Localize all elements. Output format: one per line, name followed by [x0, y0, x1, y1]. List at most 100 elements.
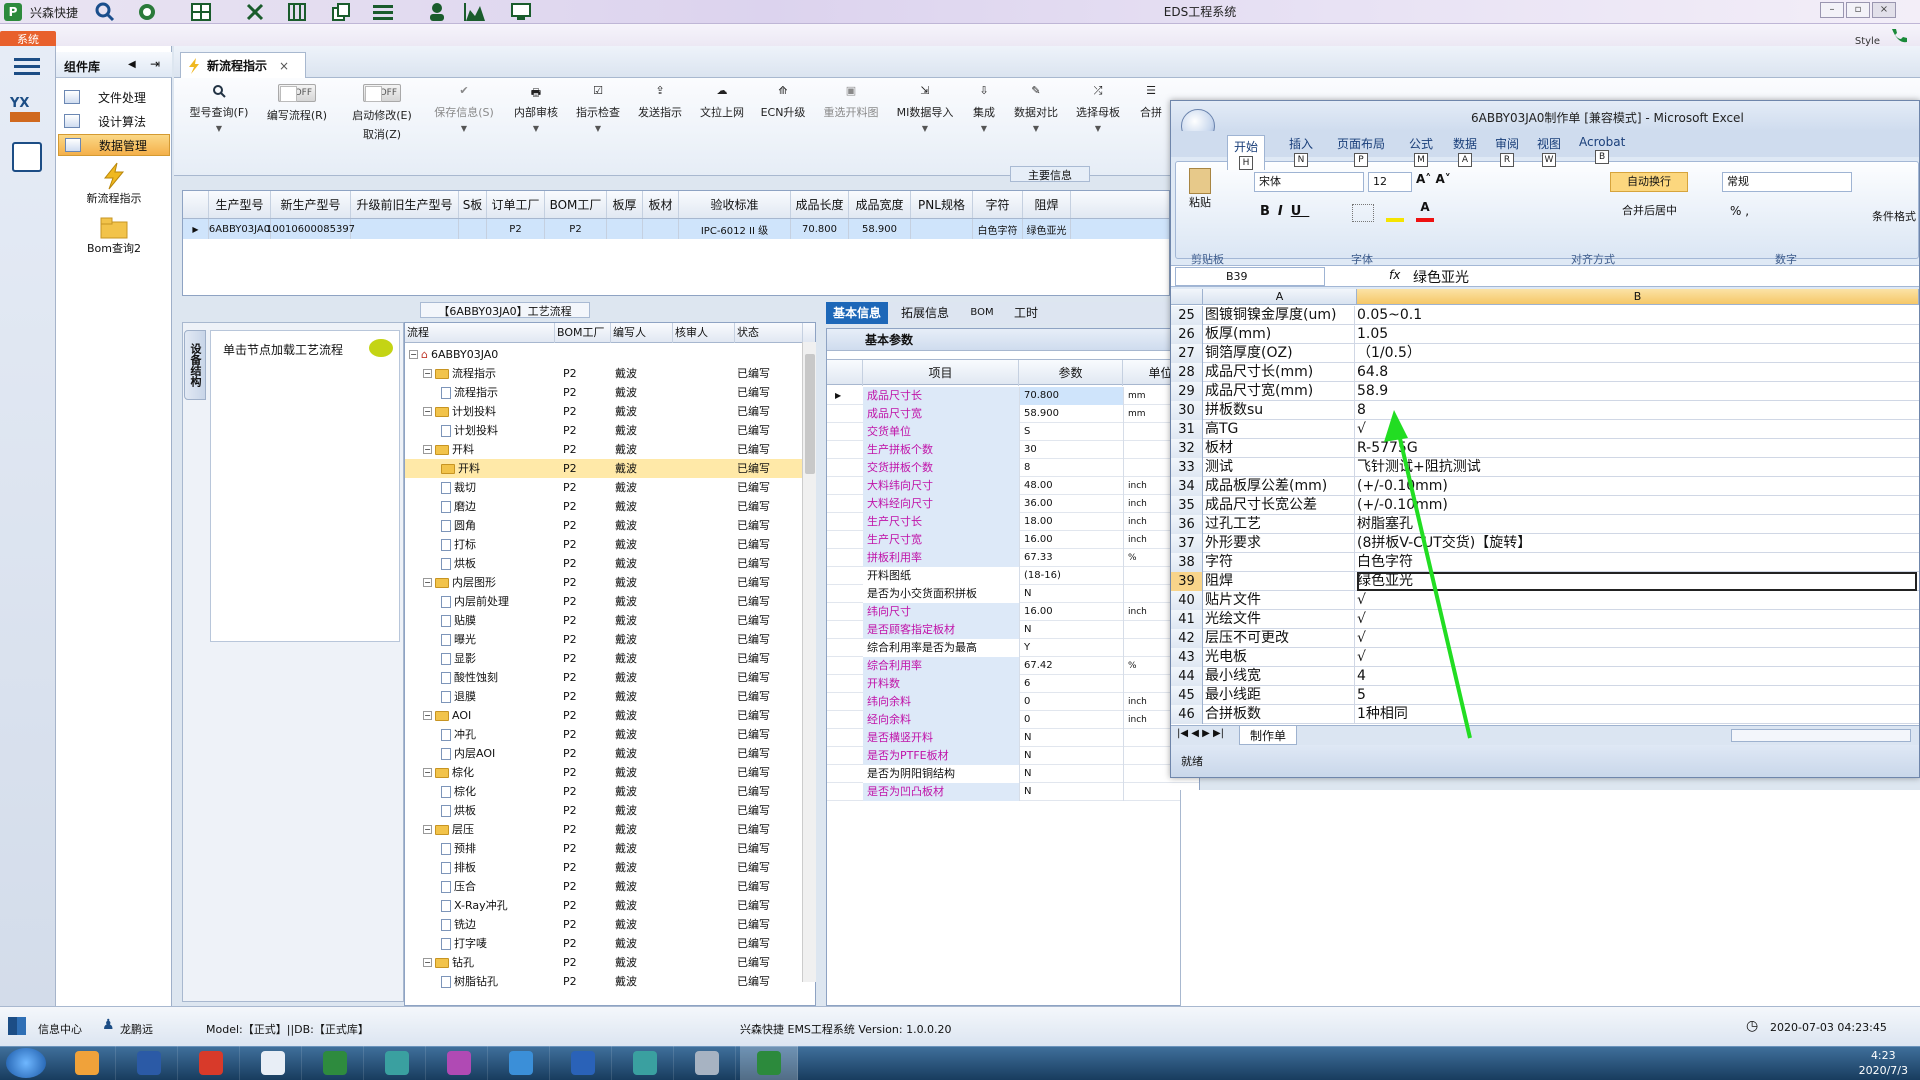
cell-a[interactable]: 测试 [1205, 458, 1355, 477]
name-box[interactable]: B39 [1175, 267, 1325, 286]
sheet-row[interactable]: 30 拼板数su 8 [1171, 401, 1919, 420]
tree-node[interactable]: 磨边 [441, 497, 476, 516]
tree-node[interactable]: 打标 [441, 535, 476, 554]
start-button[interactable] [6, 1048, 46, 1078]
param-row[interactable]: 纬向余料 0 inch [827, 693, 1199, 711]
cell-a[interactable]: 最小线距 [1205, 686, 1355, 705]
table-cell[interactable]: 绿色亚光 [1023, 219, 1071, 239]
ecn-upgrade-button[interactable]: ⟰ ECN升级 [758, 84, 808, 154]
paste-button[interactable]: 粘贴 [1184, 168, 1216, 209]
sheet-row[interactable]: 46 合拼板数 1种相同 [1171, 705, 1919, 724]
launch-bom-query[interactable]: Bom查询2 [56, 216, 172, 260]
border-icon[interactable] [1352, 204, 1374, 222]
table-row[interactable]: ▶ 6ABBY03JA0 10010600085397 P2 P2 IPC-6012 II… [183, 219, 1169, 239]
cell-a[interactable]: 成品板厚公差(mm) [1205, 477, 1355, 496]
sheet-row[interactable]: 44 最小线宽 4 [1171, 667, 1919, 686]
tree-node[interactable]: 流程指示 [441, 383, 498, 402]
table-cell[interactable]: 白色字符 [973, 219, 1023, 239]
sheet-row[interactable]: 32 板材 R-5775G [1171, 439, 1919, 458]
merge-button[interactable]: ☰ 合拼 [1134, 84, 1168, 154]
fill-color-icon[interactable] [1386, 202, 1404, 222]
tree-node[interactable]: 开料 [441, 459, 480, 478]
column-header[interactable]: 订单工厂 [487, 191, 545, 218]
tree-row[interactable]: X-Ray冲孔 P2 戴波 已编写 [405, 896, 803, 915]
param-value[interactable]: 70.800 [1019, 387, 1123, 405]
toggle-switch[interactable]: OFF [363, 84, 401, 102]
notepad-app-icon[interactable] [244, 1046, 302, 1080]
tree-node[interactable]: 棕化 [441, 782, 476, 801]
row-number[interactable]: 35 [1171, 496, 1203, 515]
send-instruction-button[interactable]: ⇪ 发送指示 [634, 84, 686, 154]
collapse-icon[interactable]: − [423, 407, 432, 416]
tree-node[interactable]: 内层前处理 [441, 592, 509, 611]
tree-node[interactable]: 铣边 [441, 915, 476, 934]
side-tab-device-structure[interactable]: 设备结构 [184, 330, 206, 400]
row-number[interactable]: 46 [1171, 705, 1203, 724]
column-header[interactable]: 板厚 [607, 191, 643, 218]
excel-tab-公式[interactable]: 公式 M [1409, 135, 1433, 167]
tools-module-icon[interactable] [12, 142, 42, 172]
cell-a[interactable]: 图镀铜镍金厚度(um) [1205, 306, 1355, 325]
sheet-row[interactable]: 27 铜箔厚度(OZ) （1/0.5） [1171, 344, 1919, 363]
row-number[interactable]: 31 [1171, 420, 1203, 439]
model-query-button[interactable]: 型号查询(F) ▼ [184, 84, 254, 154]
cell-a[interactable]: 成品尺寸宽(mm) [1205, 382, 1355, 401]
collapse-icon[interactable]: − [423, 768, 432, 777]
dropdown-arrow-icon[interactable]: ▼ [430, 124, 498, 133]
tree-node[interactable]: − 流程指示 [423, 364, 496, 383]
row-number[interactable]: 25 [1171, 306, 1203, 325]
tree-node[interactable]: − 计划投料 [423, 402, 496, 421]
row-number[interactable]: 29 [1171, 382, 1203, 401]
column-header[interactable]: 字符 [973, 191, 1023, 218]
tree-node[interactable]: − 层压 [423, 820, 474, 839]
table-cell[interactable]: P2 [487, 219, 545, 239]
launch-new-flow[interactable]: 新流程指示 [56, 162, 172, 208]
param-value[interactable]: N [1019, 621, 1123, 639]
param-row[interactable]: 生产尺寸宽 16.00 inch [827, 531, 1199, 549]
start-modify-toggle[interactable]: OFF 启动修改(E) 取消(Z) [346, 84, 418, 154]
cell-b[interactable]: 58.9 [1357, 382, 1917, 401]
param-row[interactable]: 是否横竖开料 N [827, 729, 1199, 747]
param-row[interactable]: 交货单位 S [827, 423, 1199, 441]
sheet-row[interactable]: 39 阻焊 绿色亚光 [1171, 572, 1919, 591]
param-value[interactable]: 18.00 [1019, 513, 1123, 531]
param-value[interactable]: S [1019, 423, 1123, 441]
save-info-button[interactable]: ✔ 保存信息(S) ▼ [430, 84, 498, 154]
cell-a[interactable]: 层压不可更改 [1205, 629, 1355, 648]
tree-row[interactable]: 树脂钻孔 P2 戴波 已编写 [405, 972, 803, 991]
table-cell[interactable]: IPC-6012 II 级 [679, 219, 791, 239]
column-header-b[interactable]: B [1357, 289, 1919, 305]
tree-row[interactable]: 烘板 P2 戴波 已编写 [405, 554, 803, 573]
param-value[interactable]: 67.42 [1019, 657, 1123, 675]
table-cell[interactable] [643, 219, 679, 239]
sheet-row[interactable]: 31 高TG √ [1171, 420, 1919, 439]
row-number[interactable]: 40 [1171, 591, 1203, 610]
param-value[interactable]: 30 [1019, 441, 1123, 459]
write-flow-toggle[interactable]: OFF 编写流程(R) [262, 84, 332, 154]
collapse-icon[interactable]: − [423, 825, 432, 834]
internal-review-button[interactable]: 🖶 内部审核 ▼ [510, 84, 562, 154]
sheet-row[interactable]: 35 成品尺寸长宽公差 (+/-0.10mm) [1171, 496, 1919, 515]
excel-app-icon[interactable] [740, 1046, 798, 1080]
tree-node[interactable]: 压合 [441, 877, 476, 896]
tree-node[interactable]: 计划投料 [441, 421, 498, 440]
tree-node[interactable]: 树脂钻孔 [441, 972, 498, 991]
tree-row[interactable]: 内层前处理 P2 戴波 已编写 [405, 592, 803, 611]
sheet-row[interactable]: 36 过孔工艺 树脂塞孔 [1171, 515, 1919, 534]
grow-font-icon[interactable]: A˄ A˅ [1416, 172, 1451, 186]
tree-row[interactable]: − 钻孔 P2 戴波 已编写 [405, 953, 803, 972]
hamburger-icon[interactable] [14, 56, 40, 76]
sheet-row[interactable]: 41 光绘文件 √ [1171, 610, 1919, 629]
row-number[interactable]: 45 [1171, 686, 1203, 705]
collapse-icon[interactable]: − [423, 578, 432, 587]
conditional-format-button[interactable]: 条件格式 [1872, 208, 1916, 224]
number-format-select[interactable]: 常规 [1722, 172, 1852, 192]
param-row[interactable]: 成品尺寸宽 58.900 mm [827, 405, 1199, 423]
bold-italic-underline-buttons[interactable]: BIU [1260, 204, 1309, 219]
row-number[interactable]: 37 [1171, 534, 1203, 553]
param-value[interactable]: 58.900 [1019, 405, 1123, 423]
param-row[interactable]: 拼板利用率 67.33% [827, 549, 1199, 567]
dropdown-arrow-icon[interactable]: ▼ [1072, 124, 1124, 133]
param-value[interactable]: 16.00 [1019, 603, 1123, 621]
cell-b[interactable]: 1.05 [1357, 325, 1917, 344]
